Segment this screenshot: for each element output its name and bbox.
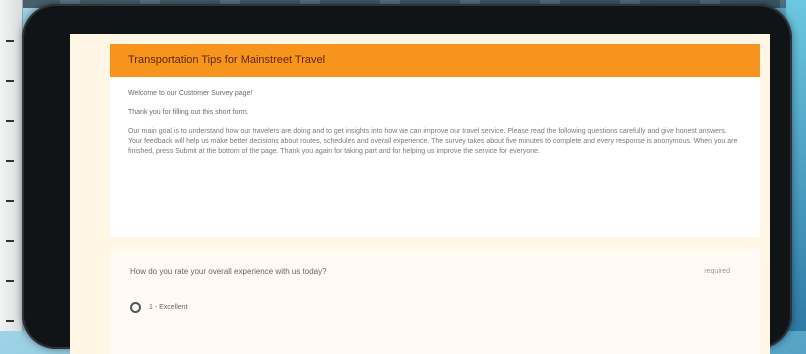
question-text: How do you rate your overall experience … [130,267,327,276]
required-label: required [704,268,730,275]
intro-body-text: Our main goal is to understand how our t… [128,128,738,155]
survey-header: Transportation Tips for Mainstreet Trave… [110,44,760,77]
intro-line-1: Welcome to our Customer Survey page! [128,90,253,97]
radio-button[interactable] [130,302,141,313]
tablet-screen: Transportation Tips for Mainstreet Trave… [70,34,770,354]
left-ruler [0,0,23,331]
answer-option-label: 1 - Excellent [149,304,188,311]
survey-title: Transportation Tips for Mainstreet Trave… [128,54,326,66]
answer-option-1[interactable]: 1 - Excellent [130,302,740,313]
intro-line-2: Thank you for filling out this short for… [128,109,249,116]
intro-panel: Welcome to our Customer Survey page! Tha… [110,77,760,237]
question-block: How do you rate your overall experience … [110,249,760,354]
tablet-frame: Transportation Tips for Mainstreet Trave… [22,4,792,354]
